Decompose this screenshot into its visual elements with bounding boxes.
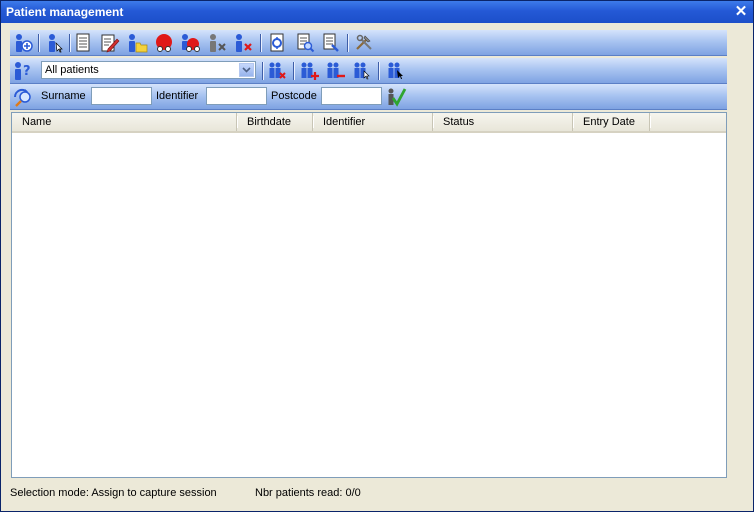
patient-table: Name Birthdate Identifier Status Entry D… <box>11 112 727 478</box>
confirm-search-button[interactable] <box>385 87 407 107</box>
title-bar: Patient management ✕ <box>1 1 753 23</box>
add-patient-button[interactable] <box>12 33 34 53</box>
identifier-input[interactable] <box>206 87 267 105</box>
patient-filter-value: All patients <box>45 64 99 76</box>
report-search-button[interactable] <box>294 33 316 53</box>
search-refresh-icon <box>13 88 31 107</box>
window-title: Patient management <box>6 5 124 19</box>
document-button[interactable] <box>72 33 94 53</box>
group-select-icon <box>354 62 370 80</box>
surname-input[interactable] <box>91 87 152 105</box>
patient-folder-button[interactable] <box>126 33 148 53</box>
group-select-all-button[interactable] <box>384 61 406 81</box>
record-red-icon <box>156 34 172 52</box>
group-patient-query-icon: ? <box>15 62 31 80</box>
select-patient-button[interactable] <box>43 33 65 53</box>
patient-remove-gray-icon <box>210 34 226 52</box>
patient-check-icon <box>388 88 407 107</box>
selection-mode-text: Selection mode: Assign to capture sessio… <box>10 487 217 499</box>
patient-filter-select[interactable]: All patients <box>41 61 256 79</box>
column-header-entry-date[interactable]: Entry Date <box>573 113 651 131</box>
column-header-status[interactable]: Status <box>433 113 574 131</box>
record-blue-icon <box>182 34 200 52</box>
remove-from-group-icon <box>327 62 345 78</box>
edit-patient-icon <box>101 34 120 53</box>
patients-read-count: Nbr patients read: 0/0 <box>255 487 361 499</box>
report-list-button[interactable] <box>320 33 342 53</box>
table-header: Name Birthdate Identifier Status Entry D… <box>12 113 726 133</box>
table-body[interactable] <box>12 133 726 477</box>
remove-group-button[interactable] <box>266 61 288 81</box>
close-icon: ✕ <box>734 3 748 20</box>
record-blue-button[interactable] <box>179 33 201 53</box>
main-toolbar <box>10 30 727 56</box>
edit-patient-button[interactable] <box>99 33 121 53</box>
chevron-down-icon[interactable] <box>239 63 254 77</box>
remove-from-group-button[interactable] <box>324 61 346 81</box>
patient-management-window: Patient management ✕ ? All patients Surn… <box>0 0 754 512</box>
add-patient-icon <box>16 34 33 52</box>
add-to-group-button[interactable] <box>298 61 320 81</box>
patient-delete-icon <box>236 34 252 52</box>
patient-delete-button[interactable] <box>232 33 254 53</box>
patient-remove-gray-button[interactable] <box>206 33 228 53</box>
record-red-button[interactable] <box>153 33 175 53</box>
column-header-birthdate[interactable]: Birthdate <box>237 113 314 131</box>
search-toolbar: Surname Identifier Postcode <box>10 84 727 110</box>
export-icon <box>270 33 284 52</box>
report-list-icon <box>323 33 339 52</box>
tools-button[interactable] <box>353 33 375 53</box>
patient-folder-icon <box>129 34 148 53</box>
filter-toolbar: ? All patients <box>10 58 727 84</box>
status-bar: Selection mode: Assign to capture sessio… <box>10 487 740 501</box>
add-to-group-icon <box>301 62 319 80</box>
column-header-name[interactable]: Name <box>12 113 238 131</box>
group-select-all-icon <box>388 62 403 79</box>
postcode-label: Postcode <box>271 90 317 102</box>
group-select-button[interactable] <box>350 61 372 81</box>
close-button[interactable]: ✕ <box>733 4 749 20</box>
document-icon <box>76 33 90 52</box>
surname-label: Surname <box>41 90 86 102</box>
postcode-input[interactable] <box>321 87 382 105</box>
identifier-label: Identifier <box>156 90 199 102</box>
tools-icon <box>356 34 372 50</box>
remove-group-icon <box>269 62 286 79</box>
column-header-identifier[interactable]: Identifier <box>313 113 434 131</box>
search-button[interactable] <box>12 87 34 107</box>
select-patient-icon <box>49 34 63 53</box>
group-patient-query-button[interactable]: ? <box>12 61 34 81</box>
report-search-icon <box>297 33 315 53</box>
svg-text:?: ? <box>23 64 31 79</box>
export-button[interactable] <box>266 33 288 53</box>
